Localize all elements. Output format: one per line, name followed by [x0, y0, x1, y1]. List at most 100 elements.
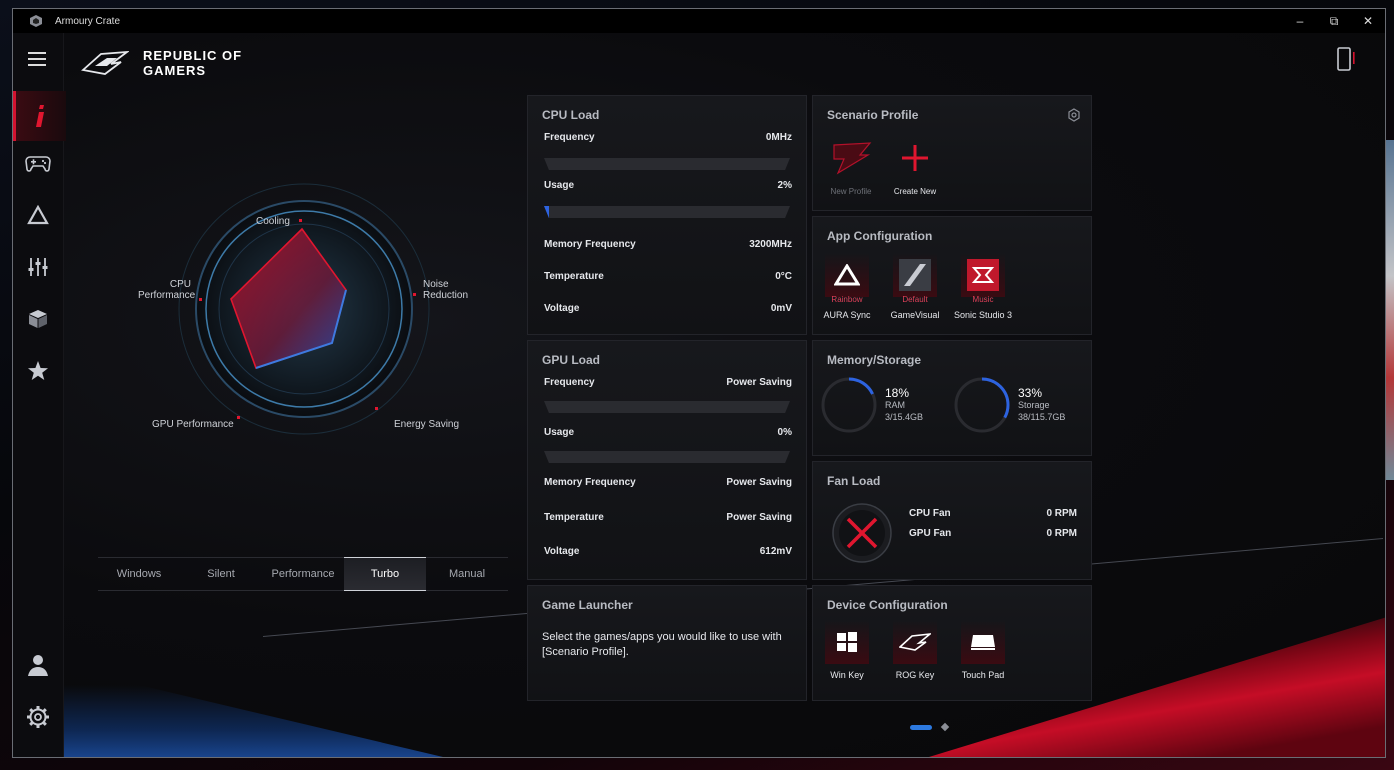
fan-load-panel[interactable]: Fan Load CPU Fan 0 RPM GPU Fan 0 RPM: [812, 461, 1092, 580]
device-configuration-title: Device Configuration: [827, 598, 948, 612]
menu-button[interactable]: [13, 39, 63, 79]
memory-storage-title: Memory/Storage: [827, 353, 922, 367]
gpu-fan-label: GPU Fan: [909, 528, 952, 539]
cpu-load-panel[interactable]: CPU Load Frequency 0MHz Usage 2% Memory …: [527, 95, 807, 335]
restore-button[interactable]: ⧉: [1317, 9, 1351, 33]
app-configuration-title: App Configuration: [827, 229, 933, 243]
gpu-fan-value: 0 RPM: [1046, 528, 1077, 539]
aura-icon: [27, 205, 49, 225]
cpu-usage-fill: [544, 206, 549, 218]
aura-sync-label: AURA Sync: [823, 310, 871, 320]
device-configuration-panel: Device Configuration Win Key ROG Key Tou…: [812, 585, 1092, 701]
nav-user[interactable]: [13, 645, 63, 685]
cube-icon: [29, 310, 47, 328]
game-launcher-text: Select the games/apps you would like to …: [542, 631, 782, 658]
gamevisual-tile[interactable]: Default GameVisual: [885, 253, 945, 321]
gpu-frequency-label: Frequency: [544, 377, 595, 388]
mode-performance[interactable]: Performance: [262, 558, 344, 590]
phone-icon: [1337, 47, 1355, 71]
new-profile-tile[interactable]: New Profile: [821, 136, 881, 197]
fan-icon: [832, 503, 892, 563]
nav-rail: [13, 33, 66, 757]
performance-radar: Cooling Noise Reduction Energy Saving GP…: [113, 183, 493, 463]
aura-sync-tile[interactable]: Rainbow AURA Sync: [817, 253, 877, 321]
storage-info: 33% Storage 38/115.7GB: [1018, 387, 1065, 423]
new-profile-label: New Profile: [830, 187, 872, 196]
star-icon: [28, 361, 48, 380]
game-launcher-panel[interactable]: Game Launcher Select the games/apps you …: [527, 585, 807, 701]
sonic-studio-tile[interactable]: Music Sonic Studio 3: [953, 253, 1013, 321]
sonic-studio-icon: [967, 259, 999, 291]
cpu-load-title: CPU Load: [542, 108, 600, 122]
cpu-fan-value: 0 RPM: [1046, 508, 1077, 519]
scenario-settings-button[interactable]: [1067, 108, 1081, 127]
gamevisual-icon: [899, 259, 931, 291]
radar-label-cooling: Cooling: [256, 216, 290, 227]
rog-key-icon: [899, 633, 931, 651]
storage-label: Storage: [1018, 400, 1050, 410]
gpu-usage-value: 0%: [777, 427, 792, 438]
mobile-device-button[interactable]: [1337, 47, 1355, 76]
touch-pad-tile[interactable]: Touch Pad: [953, 620, 1013, 681]
rog-logo: REPUBLIC OF GAMERS: [81, 43, 263, 83]
user-icon: [28, 655, 48, 676]
gpu-mem-freq-label: Memory Frequency: [544, 477, 636, 488]
gamevisual-label: GameVisual: [890, 310, 940, 320]
cpu-voltage-value: 0mV: [770, 303, 792, 314]
radar-label-noise: Noise Reduction: [423, 279, 469, 301]
gpu-voltage-label: Voltage: [544, 546, 580, 557]
mode-turbo[interactable]: Turbo: [344, 557, 426, 591]
mode-manual[interactable]: Manual: [426, 558, 508, 590]
gpu-mem-freq-row: Memory Frequency Power Saving: [544, 477, 792, 491]
plus-icon: [902, 145, 928, 171]
nav-aura[interactable]: [13, 195, 63, 235]
ram-detail: 3/15.4GB: [885, 412, 924, 422]
gpu-usage-row: Usage 0%: [544, 427, 792, 441]
info-icon: [36, 105, 44, 127]
sliders-icon: [28, 258, 48, 276]
gear-icon: [27, 706, 49, 728]
gpu-load-panel[interactable]: GPU Load Frequency Power Saving Usage 0%…: [527, 340, 807, 580]
gpu-frequency-row: Frequency Power Saving: [544, 377, 792, 391]
page-dot-active[interactable]: [910, 724, 932, 730]
create-new-profile-button[interactable]: Create New: [885, 136, 945, 197]
cpu-temp-value: 0°C: [775, 271, 792, 282]
nav-featured[interactable]: [13, 299, 63, 339]
rog-key-tile[interactable]: ROG Key: [885, 620, 945, 681]
cpu-voltage-label: Voltage: [544, 303, 580, 314]
gpu-temp-row: Temperature Power Saving: [544, 512, 792, 526]
mode-windows[interactable]: Windows: [98, 558, 180, 590]
radar-label-energy: Energy Saving: [394, 419, 460, 430]
gpu-voltage-row: Voltage 612mV: [544, 546, 792, 560]
gpu-frequency-bar: [544, 401, 790, 413]
touchpad-icon: [971, 635, 995, 650]
page-dot[interactable]: [940, 722, 950, 732]
nav-settings-sliders[interactable]: [13, 247, 63, 287]
cpu-fan-row: CPU Fan 0 RPM: [909, 508, 1077, 522]
gpu-usage-label: Usage: [544, 427, 575, 438]
ram-info: 18% RAM 3/15.4GB: [885, 387, 923, 423]
nav-settings[interactable]: [13, 697, 63, 737]
gpu-voltage-value: 612mV: [759, 546, 792, 557]
hamburger-icon: [28, 52, 46, 66]
armoury-crate-icon: [30, 15, 42, 27]
mode-silent[interactable]: Silent: [180, 558, 262, 590]
app-configuration-panel: App Configuration Rainbow AURA Sync Defa…: [812, 216, 1092, 335]
nav-favorites[interactable]: [13, 351, 63, 391]
nav-game-library[interactable]: [13, 143, 63, 183]
gpu-frequency-value: Power Saving: [726, 377, 792, 388]
close-button[interactable]: ✕: [1351, 9, 1385, 33]
cpu-mem-freq-label: Memory Frequency: [544, 239, 636, 250]
window-title: Armoury Crate: [55, 15, 121, 27]
gpu-usage-bar: [544, 451, 790, 463]
minimize-button[interactable]: –: [1283, 9, 1317, 33]
game-launcher-title: Game Launcher: [542, 598, 633, 612]
scenario-profile-title: Scenario Profile: [827, 108, 919, 122]
title-bar: Armoury Crate – ⧉ ✕: [13, 9, 1385, 33]
nav-home[interactable]: [13, 91, 66, 141]
win-key-tile[interactable]: Win Key: [817, 620, 877, 681]
operating-mode-selector: Windows Silent Performance Turbo Manual: [98, 557, 508, 591]
memory-storage-panel[interactable]: Memory/Storage 18% RAM 3/15.4GB 33% Stor…: [812, 340, 1092, 456]
gamepad-icon: [25, 156, 51, 172]
gamevisual-mode: Default: [902, 295, 928, 304]
